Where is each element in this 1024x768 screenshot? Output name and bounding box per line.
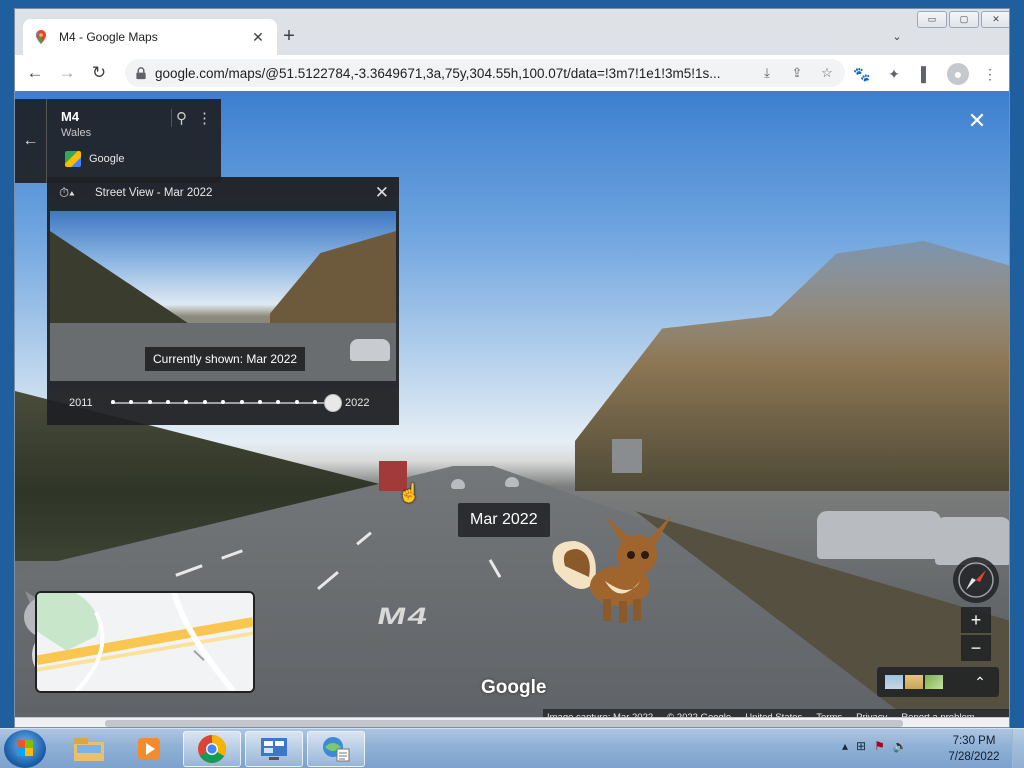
start-button[interactable] xyxy=(4,730,46,768)
timeline-slider-thumb[interactable] xyxy=(324,394,342,412)
close-icon[interactable]: ✕ xyxy=(375,183,389,203)
layer-thumbnail-imagery[interactable] xyxy=(905,675,923,689)
car xyxy=(451,479,465,489)
eevee-mascot-image xyxy=(552,513,673,623)
paw-extension-icon[interactable]: 🐾 xyxy=(851,63,873,85)
expand-chevron-icon[interactable]: ⌃ xyxy=(969,671,991,693)
time-machine-header: ⏱▴ Street View - Mar 2022 ✕ xyxy=(47,177,399,209)
network-icon[interactable]: ⊞ xyxy=(856,739,866,753)
timeline-end-year: 2022 xyxy=(345,397,370,409)
volume-icon[interactable]: 🔈 xyxy=(893,739,908,753)
google-watermark: Google xyxy=(481,677,547,698)
chrome-window: M4 - Google Maps ✕ + ⌄ ▭ ▢ ✕ ← → ↻ googl… xyxy=(14,8,1010,728)
bookmark-star-icon[interactable]: ☆ xyxy=(817,63,837,83)
show-hidden-icons-icon[interactable]: ▴ xyxy=(842,739,848,753)
preview-car xyxy=(350,339,390,361)
tab-close-icon[interactable]: ✕ xyxy=(249,28,267,46)
url-text[interactable]: google.com/maps/@51.5122784,-3.3649671,3… xyxy=(155,66,735,81)
horizontal-scrollbar[interactable] xyxy=(15,717,1009,727)
location-subtitle: Wales xyxy=(61,127,92,139)
layer-thumbnail-terrain[interactable] xyxy=(925,675,943,689)
profile-avatar-icon[interactable]: ● xyxy=(947,63,969,85)
maximize-button[interactable]: ▢ xyxy=(949,11,979,28)
scrollbar-thumb[interactable] xyxy=(105,720,903,727)
address-bar[interactable]: google.com/maps/@51.5122784,-3.3649671,3… xyxy=(125,59,845,87)
minimize-button[interactable]: ▭ xyxy=(917,11,947,28)
time-machine-title: Street View - Mar 2022 xyxy=(95,187,213,199)
windows-taskbar: ▴ ⊞ ⚑ 🔈 7:30 PM 7/28/2022 xyxy=(0,728,1024,768)
system-tray: ▴ ⊞ ⚑ 🔈 xyxy=(842,739,908,753)
timeline-point[interactable] xyxy=(111,400,115,404)
window-close-button[interactable]: ✕ xyxy=(981,11,1009,28)
location-info-card: ← M4 Wales ⚲ ⋮ Google xyxy=(15,99,221,183)
chrome-menu-icon[interactable]: ⋮ xyxy=(979,63,1001,85)
chrome-icon[interactable] xyxy=(183,731,241,767)
road-marking-m4: M4 xyxy=(374,602,432,630)
google-maps-pin-icon xyxy=(36,30,46,44)
control-panel-icon[interactable] xyxy=(245,731,303,767)
reload-icon[interactable]: ↻ xyxy=(87,61,111,85)
timeline-point[interactable] xyxy=(257,400,262,404)
minimap[interactable] xyxy=(35,591,255,693)
overhead-sign xyxy=(612,439,642,473)
action-center-flag-icon[interactable]: ⚑ xyxy=(874,739,885,753)
install-app-icon[interactable]: ⤓ xyxy=(757,63,777,83)
lock-icon xyxy=(136,66,146,79)
extensions-puzzle-icon[interactable]: ✦ xyxy=(883,63,905,85)
timeline-point[interactable] xyxy=(294,400,299,404)
timeline-point[interactable] xyxy=(239,400,244,404)
date-tooltip: Mar 2022 xyxy=(458,503,550,537)
imagery-source: Google xyxy=(89,153,125,165)
timeline-start-year: 2011 xyxy=(69,397,93,409)
tab-search-chevron-icon[interactable]: ⌄ xyxy=(887,27,907,47)
timeline-slider[interactable]: 2011 2022 xyxy=(47,383,399,423)
taskbar-clock[interactable]: 7:30 PM 7/28/2022 xyxy=(944,733,1004,765)
show-desktop-button[interactable] xyxy=(1012,729,1024,768)
back-arrow-icon[interactable]: ← xyxy=(23,61,47,85)
zoom-in-button[interactable]: + xyxy=(961,607,991,633)
timeline-point[interactable] xyxy=(147,400,152,404)
network-tool-icon[interactable] xyxy=(307,731,365,767)
back-arrow-icon[interactable]: ← xyxy=(15,99,47,183)
clock-date: 7/28/2022 xyxy=(948,751,1000,763)
currently-shown-label: Currently shown: Mar 2022 xyxy=(145,347,306,371)
street-view-time-machine-panel: ⏱▴ Street View - Mar 2022 ✕ Currently sh… xyxy=(47,177,399,425)
street-view-canvas[interactable]: M4 ← M4 Wales ⚲ ⋮ Google ⏱▴ Street View … xyxy=(15,91,1009,727)
tab-google-maps[interactable]: M4 - Google Maps ✕ xyxy=(23,19,277,55)
share-icon[interactable]: ⇪ xyxy=(787,63,807,83)
browser-toolbar: ← → ↻ google.com/maps/@51.5122784,-3.364… xyxy=(15,55,1009,91)
layer-thumbnail-satellite[interactable] xyxy=(885,675,903,689)
car xyxy=(817,511,941,559)
close-street-view-icon[interactable]: ✕ xyxy=(965,109,989,133)
forward-arrow-icon[interactable]: → xyxy=(55,61,79,85)
clock-time: 7:30 PM xyxy=(952,735,996,747)
zoom-out-button[interactable]: − xyxy=(961,635,991,661)
car xyxy=(505,477,519,487)
tab-strip: M4 - Google Maps ✕ + ⌄ ▭ ▢ ✕ xyxy=(15,9,1009,55)
new-tab-button[interactable]: + xyxy=(277,25,301,49)
side-panel-icon[interactable]: ▌ xyxy=(915,63,937,85)
windows-explorer-icon[interactable] xyxy=(60,731,118,767)
timeline-point[interactable] xyxy=(313,400,317,404)
hand-cursor-icon: ☝ xyxy=(398,483,421,503)
location-title: M4 xyxy=(61,109,80,124)
compass-icon[interactable] xyxy=(953,557,999,603)
history-clock-icon[interactable]: ⏱▴ xyxy=(59,185,75,201)
tab-title: M4 - Google Maps xyxy=(59,30,158,44)
timeline-point[interactable] xyxy=(202,400,207,404)
window-controls: ▭ ▢ ✕ xyxy=(917,11,1009,28)
windows-logo-icon xyxy=(17,740,33,756)
media-player-icon[interactable] xyxy=(120,731,178,767)
google-maps-logo-icon xyxy=(65,151,81,167)
more-options-icon[interactable]: ⋮ xyxy=(197,109,212,127)
map-pin-icon[interactable]: ⚲ xyxy=(171,109,191,127)
